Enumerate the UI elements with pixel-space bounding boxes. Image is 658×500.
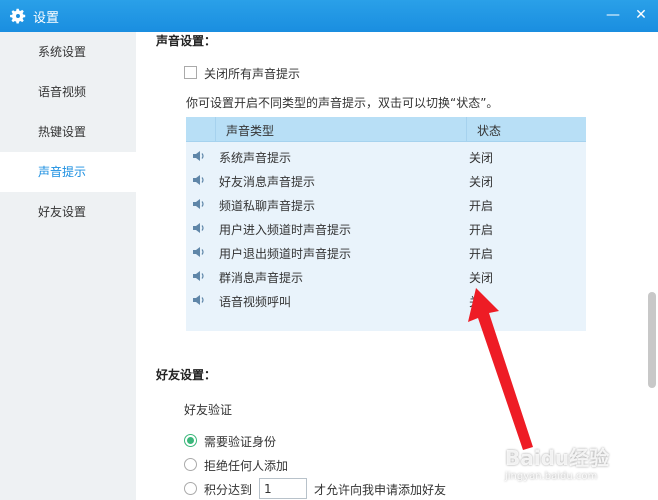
speaker-icon bbox=[193, 199, 204, 209]
sound-row[interactable]: 用户进入频道时声音提示 开启 bbox=[186, 216, 586, 240]
sound-row[interactable]: 群消息声音提示 关闭 bbox=[186, 264, 586, 288]
sound-table: 声音类型 状态 系统声音提示 关闭 好友消息声音提示 关闭 频道私聊声音提示 开启 用户进入… bbox=[186, 117, 586, 331]
gear-icon bbox=[10, 8, 26, 24]
header-divider bbox=[215, 117, 216, 142]
column-header-type[interactable]: 声音类型 bbox=[226, 122, 274, 139]
radio-reject-all[interactable] bbox=[184, 458, 197, 471]
window-title: 设置 bbox=[33, 10, 60, 26]
sound-row-name: 系统声音提示 bbox=[219, 151, 292, 165]
main-panel: 声音设置： 关闭所有声音提示 你可设置开启不同类型的声音提示，双击可以切换“状态… bbox=[136, 32, 644, 500]
sidebar-item-voice-video[interactable]: 语音视频 bbox=[0, 72, 136, 112]
radio-points-threshold[interactable] bbox=[184, 482, 197, 495]
watermark-sub: jingyan.baidu.com bbox=[505, 471, 598, 482]
speaker-icon bbox=[193, 247, 204, 257]
title-bar: 设置 — ✕ bbox=[0, 0, 658, 32]
speaker-icon bbox=[193, 175, 204, 185]
sound-row-state[interactable]: 开启 bbox=[469, 245, 493, 262]
sidebar-item-hotkeys[interactable]: 热键设置 bbox=[0, 112, 136, 152]
sound-row-name: 频道私聊声音提示 bbox=[219, 199, 316, 213]
sound-row-name: 群消息声音提示 bbox=[219, 271, 304, 285]
sound-row-name: 用户进入频道时声音提示 bbox=[219, 223, 352, 237]
sound-row-state[interactable]: 开启 bbox=[469, 221, 493, 238]
sound-row-state[interactable]: 关 bbox=[469, 293, 481, 310]
sound-row-state[interactable]: 开启 bbox=[469, 197, 493, 214]
watermark-logo: Baidu经验 jingyan.baidu.com bbox=[505, 442, 609, 482]
sound-row[interactable]: 系统声音提示 关闭 bbox=[186, 144, 586, 168]
friends-section-title: 好友设置： bbox=[156, 368, 217, 382]
sound-section-title: 声音设置： bbox=[156, 34, 217, 48]
points-input[interactable] bbox=[259, 478, 307, 499]
sound-row-name: 用户退出频道时声音提示 bbox=[219, 247, 352, 261]
radio-reject-all-label[interactable]: 拒绝任何人添加 bbox=[204, 457, 288, 474]
column-header-state[interactable]: 状态 bbox=[477, 122, 501, 139]
radio-points-threshold-label[interactable]: 积分达到 bbox=[204, 481, 252, 498]
speaker-icon bbox=[193, 295, 204, 305]
sound-row[interactable]: 好友消息声音提示 关闭 bbox=[186, 168, 586, 192]
sidebar-item-system[interactable]: 系统设置 bbox=[0, 32, 136, 72]
scrollbar-track[interactable] bbox=[644, 32, 658, 500]
sound-row-state[interactable]: 关闭 bbox=[469, 149, 493, 166]
sound-table-header: 声音类型 状态 bbox=[186, 117, 586, 142]
sound-row-name: 好友消息声音提示 bbox=[219, 175, 316, 189]
sound-row-state[interactable]: 关闭 bbox=[469, 173, 493, 190]
header-divider bbox=[466, 117, 467, 142]
radio-require-verify-label[interactable]: 需要验证身份 bbox=[204, 433, 276, 450]
close-button[interactable]: ✕ bbox=[628, 4, 654, 26]
friend-verify-label: 好友验证 bbox=[184, 403, 233, 417]
sidebar: 系统设置 语音视频 热键设置 声音提示 好友设置 bbox=[0, 32, 136, 500]
sidebar-item-sound[interactable]: 声音提示 bbox=[0, 152, 136, 192]
speaker-icon bbox=[193, 151, 204, 161]
sidebar-item-friends[interactable]: 好友设置 bbox=[0, 192, 136, 232]
minimize-button[interactable]: — bbox=[600, 4, 626, 26]
points-suffix-label: 才允许向我申请添加好友 bbox=[314, 483, 447, 497]
sound-hint-text: 你可设置开启不同类型的声音提示，双击可以切换“状态”。 bbox=[186, 96, 499, 110]
watermark-main: Baidu经验 bbox=[505, 446, 610, 470]
speaker-icon bbox=[193, 271, 204, 281]
sound-row[interactable]: 用户退出频道时声音提示 开启 bbox=[186, 240, 586, 264]
mute-all-label[interactable]: 关闭所有声音提示 bbox=[204, 65, 300, 82]
mute-all-checkbox[interactable] bbox=[184, 66, 197, 79]
sound-row[interactable]: 频道私聊声音提示 开启 bbox=[186, 192, 586, 216]
sound-row-state[interactable]: 关闭 bbox=[469, 269, 493, 286]
scrollbar-thumb[interactable] bbox=[648, 292, 656, 388]
speaker-icon bbox=[193, 223, 204, 233]
sound-row-name: 语音视频呼叫 bbox=[219, 295, 292, 309]
sound-row[interactable]: 语音视频呼叫 关 bbox=[186, 288, 586, 312]
radio-require-verify[interactable] bbox=[184, 434, 197, 447]
